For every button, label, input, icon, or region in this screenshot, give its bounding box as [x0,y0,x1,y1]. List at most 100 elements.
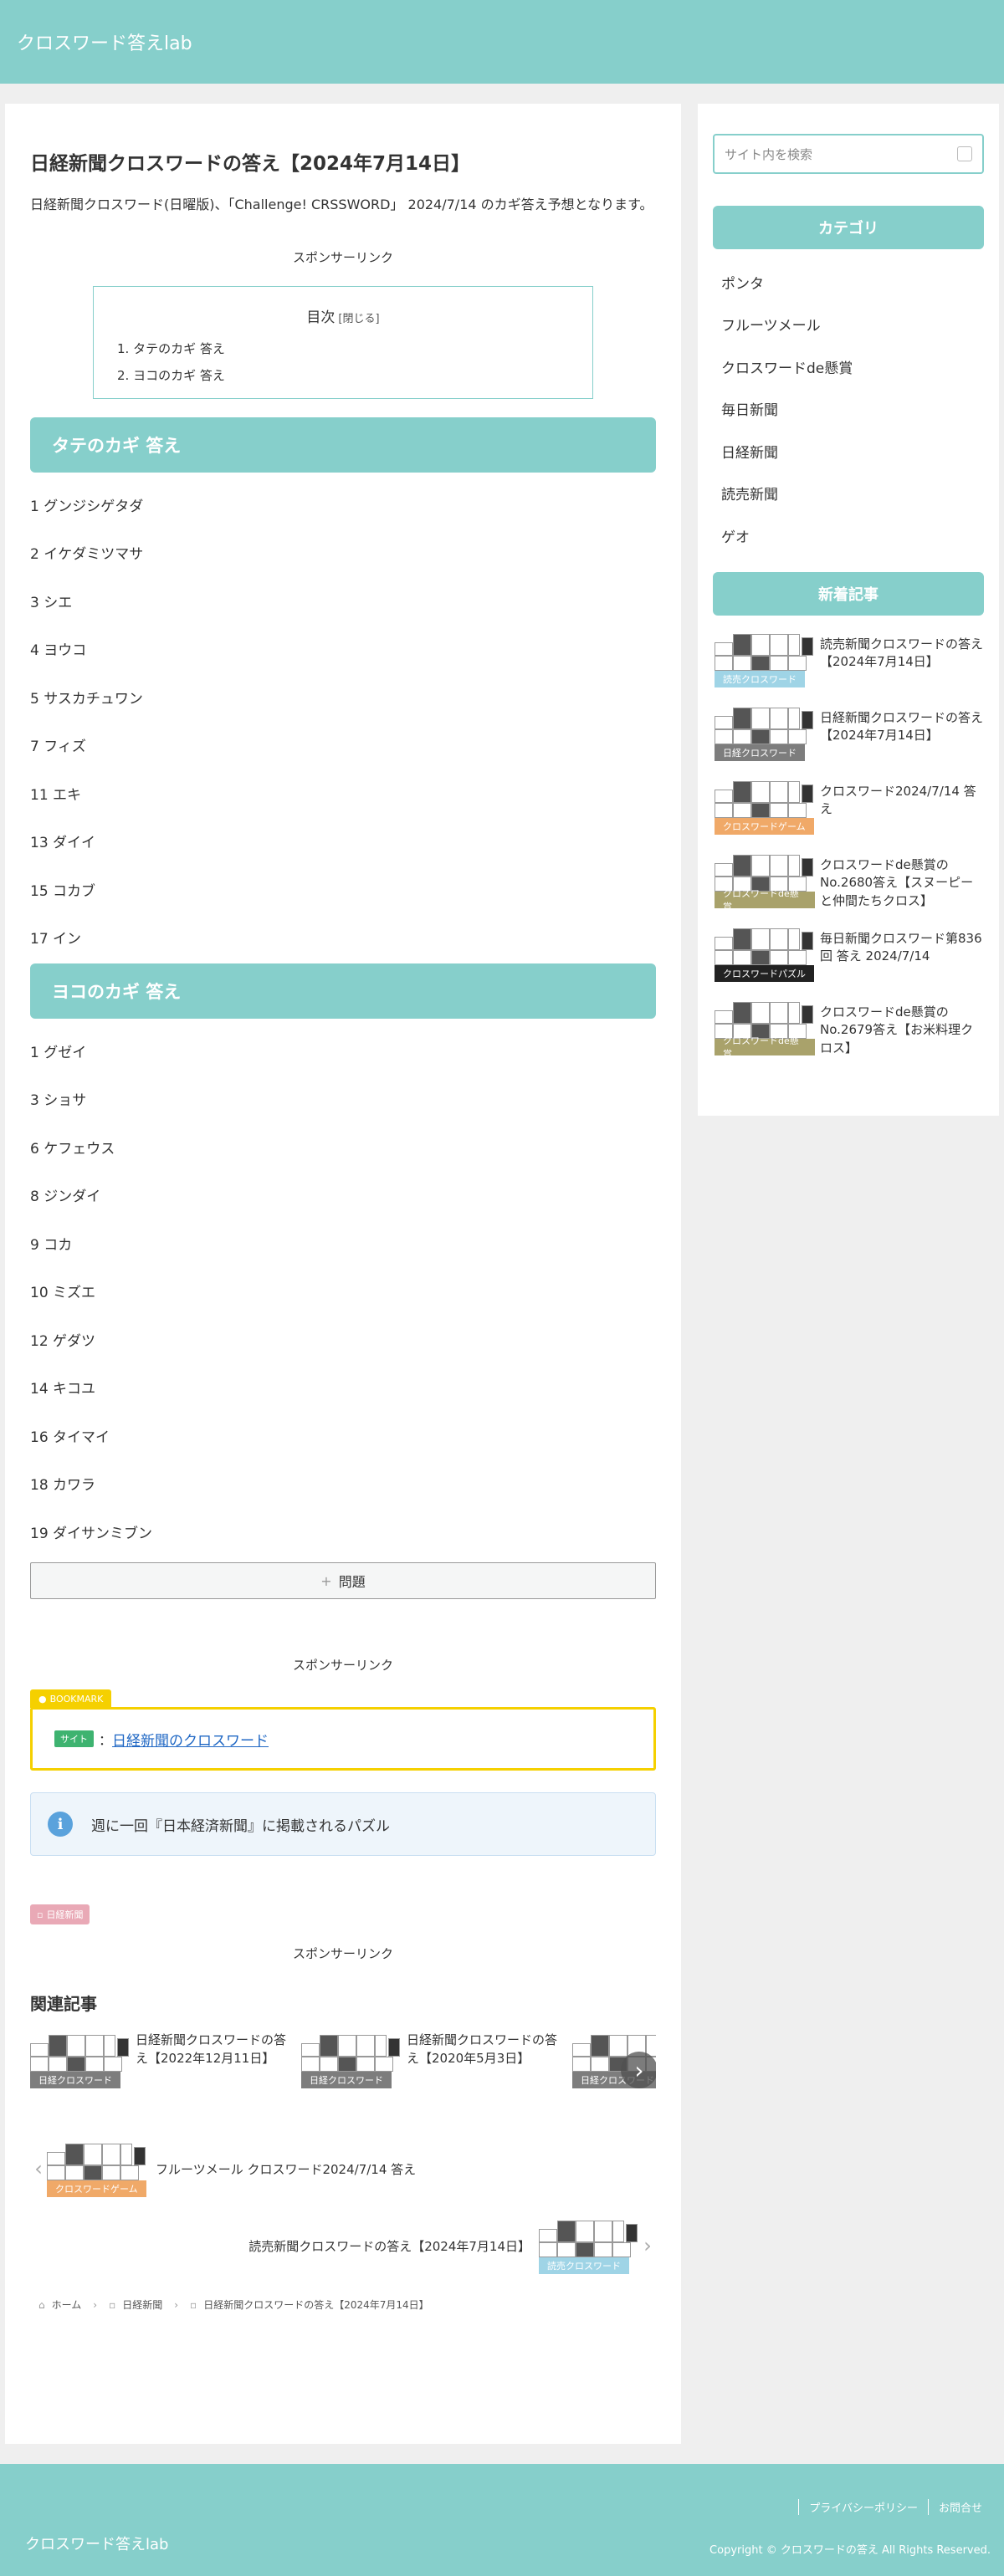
thumbnail-grid-cell [770,854,788,877]
info-icon: i [48,1812,73,1837]
breadcrumb: ⌂ ホーム › ▫ 日経新聞 › ▫ 日経新聞クロスワードの答え【2024年7月… [30,2297,656,2312]
search-box[interactable]: サイト内を検索 [713,134,984,174]
answer-item: 10 ミズエ [30,1285,96,1302]
search-input[interactable]: サイト内を検索 [725,146,812,163]
next-post-link[interactable]: 読売新聞クロスワードの答え【2024年7月14日】 読売クロスワード › [30,2217,656,2275]
related-card[interactable]: 日経クロスワード 日経新聞クロスワードの答え【2020年5月3日】 [301,2032,561,2089]
footer-link-contact[interactable]: お問合せ [939,2502,982,2515]
thumbnail-grid-cell [715,936,733,950]
answer-item: 1 グンジシゲタダ [30,498,144,515]
thumbnail-grid-cell [47,2165,65,2181]
category-item[interactable]: 日経新聞 [713,430,984,473]
thumbnail-grid-cell [733,854,751,877]
chevron-right-icon: › [643,2234,652,2258]
thumbnail-grid-cell [356,2057,375,2073]
thumbnail-grid-cell [67,2057,85,2073]
thumbnail-grid-cell [134,2147,146,2166]
new-post-title: クロスワードde懸賞のNo.2680答え【スヌーピーと仲間たちクロス】 [820,856,974,909]
toc-toggle-link[interactable]: [閉じる] [338,313,379,325]
category-item[interactable]: クロスワードde懸賞 [713,345,984,388]
thumbnail-grid-cell [770,802,788,818]
new-post-item[interactable]: クロスワードde懸賞 クロスワードde懸賞のNo.2680答え【スヌーピーと仲間… [713,851,984,925]
category-item[interactable]: ゲオ [713,514,984,557]
related-card-title: 日経新聞クロスワードの答え【2022年12月11日】 [136,2032,287,2066]
sponsor-label: スポンサーリンク [292,1658,393,1674]
new-post-item[interactable]: クロスワードパズル 毎日新聞クロスワード第836回 答え 2024/7/14 [713,924,984,999]
thumbnail-grid-cell [594,2242,612,2258]
category-item[interactable]: フルーツメール [713,304,984,346]
category-tags: ▫ 日経新聞 [30,1904,656,1925]
thumbnail-grid-cell [751,802,770,818]
thumbnail-grid-cell [770,707,788,729]
thumbnail-grid-cell [557,2221,576,2243]
tate-answer-list: 1 グンジシゲタダ 2 イケダミツマサ 3 シエ 4 ヨウコ 5 サスカチュワン… [30,481,656,962]
thumbnail-grid-cell [84,2144,102,2166]
thumbnail-grid-cell [788,802,807,818]
answer-item: 16 タイマイ [30,1429,110,1446]
thumbnail-grid-cell [102,2144,120,2166]
thumbnail-grid-cell [788,928,800,950]
thumbnail-grid-cell [338,2035,356,2057]
info-text: 週に一回『日本経済新聞』に掲載されるパズル [91,1817,390,1835]
thumbnail-grid-cell [715,728,733,744]
question-toggle-button[interactable]: + 問題 [30,1562,656,1600]
thumbnail-category-label: クロスワードパズル [715,964,814,982]
site-badge: サイト [54,1730,94,1748]
category-tag-link[interactable]: ▫ 日経新聞 [30,1904,90,1925]
thumbnail-grid-cell [609,2035,628,2057]
category-item[interactable]: ポンタ [713,261,984,304]
answer-item: 13 ダイイ [30,835,96,852]
toc-item[interactable]: 2. ヨコのカギ 答え [117,368,225,383]
thumbnail-grid-cell [120,2144,132,2166]
search-icon[interactable] [957,146,972,161]
footer-link-privacy[interactable]: プライバシーポリシー [809,2502,918,2515]
site-footer: プライバシーポリシー お問合せ クロスワード答えlab Copyright © … [0,2464,1004,2576]
thumbnail-grid-cell [733,949,751,965]
prev-post-link[interactable]: ‹ クロスワードゲーム フルーツメール クロスワード2024/7/14 答え [30,2140,656,2198]
thumbnail-category-label: 読売クロスワード [539,2257,629,2275]
bookmark-icon: ● [38,1693,47,1705]
category-item[interactable]: 読売新聞 [713,473,984,515]
table-of-contents: 目次 [閉じる] 1. タテのカギ 答え 2. ヨコのカギ 答え [93,285,593,399]
thumbnail-grid-cell [120,2165,139,2181]
toc-item[interactable]: 1. タテのカギ 答え [117,341,225,356]
thumbnail-grid-cell [788,633,800,656]
thumbnail-grid-cell [356,2035,375,2057]
article-lead: 日経新聞クロスワード(日曜版)、「Challenge! CRSSWORD」 20… [30,197,653,213]
new-post-item[interactable]: クロスワードゲーム クロスワード2024/7/14 答え [713,777,984,851]
related-carousel: 日経クロスワード 日経新聞クロスワードの答え【2022年12月11日】 日経クロ… [30,2032,656,2089]
answer-item: 7 フィズ [30,739,86,756]
thumbnail-category-label: 読売クロスワード [715,670,805,687]
related-card[interactable]: 日経クロスワード 日経新聞クロスワードの答え【2022年12月11日】 [30,2032,289,2089]
answer-item: 9 コカ [30,1236,73,1254]
thumbnail-grid-cell [715,715,733,729]
footer-site-title[interactable]: クロスワード答えlab [25,2533,168,2554]
toc-list: 1. タテのカギ 答え 2. ヨコのカギ 答え [117,341,569,383]
prev-post-title: フルーツメール クロスワード2024/7/14 答え [156,2161,417,2177]
toc-title: 目次 [306,309,336,326]
chevron-right-icon[interactable]: › [621,2052,656,2089]
bookmark-link[interactable]: 日経新聞のクロスワード [112,1729,269,1750]
thumbnail-grid-cell [770,1001,788,1024]
site-title-link[interactable]: クロスワード答えlab [17,28,192,55]
breadcrumb-item[interactable]: 日経新聞 [122,2297,162,2312]
thumbnail-grid-cell [49,2035,67,2057]
thumbnail-grid-cell [65,2144,84,2166]
thumbnail-grid-cell [375,2035,387,2057]
new-post-item[interactable]: 日経クロスワード 日経新聞クロスワードの答え【2024年7月14日】 [713,703,984,778]
new-post-title: クロスワード2024/7/14 答え [820,783,976,817]
copyright: Copyright © クロスワードの答え All Rights Reserve… [709,2544,991,2557]
thumbnail-grid-cell [788,655,807,671]
answer-item: 14 キコユ [30,1381,96,1398]
answer-item: 18 カワラ [30,1477,96,1495]
new-post-item[interactable]: 読売クロスワード 読売新聞クロスワードの答え【2024年7月14日】 [713,630,984,704]
thumbnail-grid-cell [715,862,733,877]
thumbnail-grid-cell [770,633,788,656]
new-post-item[interactable]: クロスワードde懸賞 クロスワードde懸賞のNo.2679答え【お米料理クロス】 [713,998,984,1072]
thumbnail-grid-cell [770,949,788,965]
thumbnail-grid-cell [715,789,733,803]
thumbnail-grid-cell [67,2035,85,2057]
breadcrumb-item[interactable]: ホーム [52,2297,82,2312]
thumbnail-grid-cell [802,710,813,729]
category-item[interactable]: 毎日新聞 [713,388,984,431]
